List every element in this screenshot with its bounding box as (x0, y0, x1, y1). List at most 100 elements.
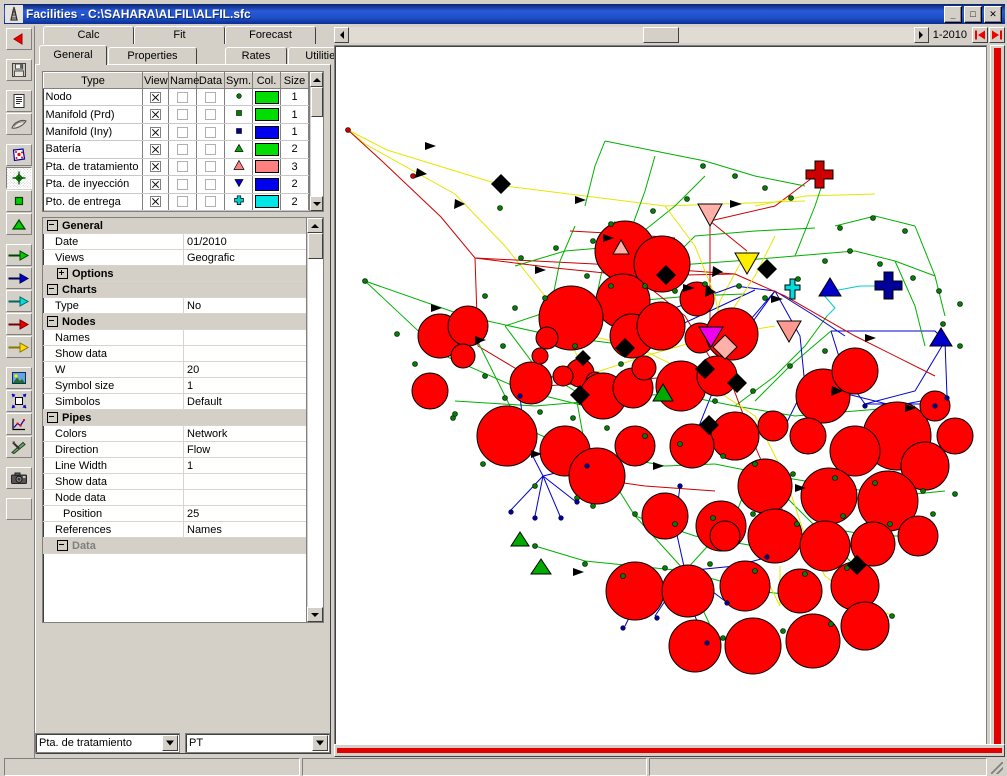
cell-name[interactable] (168, 140, 197, 159)
views-value[interactable]: Geografic (183, 249, 306, 266)
color-swatch[interactable] (255, 195, 279, 209)
cell-name[interactable] (168, 123, 197, 142)
cell-view[interactable] (142, 123, 169, 142)
collapse-icon[interactable] (57, 540, 68, 551)
color-swatch[interactable] (255, 142, 279, 156)
scroll-left-button[interactable] (334, 27, 349, 43)
cell-type[interactable]: Manifold (Prd) (43, 105, 143, 124)
cell-type[interactable]: Pto. de entrega (43, 193, 143, 212)
name-checkbox[interactable] (177, 178, 188, 190)
cell-symbol[interactable] (224, 140, 253, 159)
column-header-view[interactable]: View (142, 72, 169, 89)
flow-cyan-button[interactable] (6, 290, 32, 312)
column-header-data[interactable]: Data (196, 72, 225, 89)
name-checkbox[interactable] (177, 144, 188, 156)
flow-red-button[interactable] (6, 313, 32, 335)
close-button[interactable]: ✕ (984, 5, 1002, 23)
cell-color[interactable] (252, 123, 281, 142)
property-row-node-names[interactable]: Names (43, 329, 307, 346)
name-checkbox[interactable] (177, 126, 188, 138)
references-value[interactable]: Names (183, 521, 306, 538)
cell-color[interactable] (252, 158, 281, 177)
cell-symbol[interactable] (224, 193, 253, 212)
property-category-data[interactable]: Data (43, 538, 307, 554)
battery-button[interactable] (6, 213, 32, 235)
scroll-up-button[interactable] (307, 218, 323, 233)
view-checkbox[interactable] (150, 91, 161, 103)
tab-properties[interactable]: Properties (108, 47, 197, 65)
cell-view[interactable] (142, 88, 169, 107)
property-row-simbolos[interactable]: Simbolos Default (43, 393, 307, 410)
name-checkbox[interactable] (177, 109, 188, 121)
data-checkbox[interactable] (205, 144, 216, 156)
first-record-button[interactable] (972, 27, 988, 43)
collapse-icon[interactable] (47, 284, 58, 295)
name-checkbox[interactable] (177, 196, 188, 208)
view-checkbox[interactable] (150, 178, 161, 190)
cell-size[interactable]: 3 (280, 158, 309, 177)
column-header-col[interactable]: Col. (252, 72, 281, 89)
property-row-w[interactable]: W 20 (43, 361, 307, 378)
cell-data[interactable] (196, 105, 225, 124)
scroll-track[interactable] (310, 87, 323, 196)
column-header-size[interactable]: Size (280, 72, 309, 89)
direction-value[interactable]: Flow (183, 441, 306, 458)
cell-view[interactable] (142, 193, 169, 212)
cell-type[interactable]: Pta. de inyección (43, 175, 143, 194)
property-row-node-showdata[interactable]: Show data (43, 345, 307, 362)
node-data-value[interactable] (183, 489, 306, 506)
horizontal-progress-bar[interactable] (334, 744, 1005, 757)
flow-yellow-button[interactable] (6, 336, 32, 358)
view-checkbox[interactable] (150, 161, 161, 173)
image-button[interactable] (6, 367, 32, 389)
property-category-pipes[interactable]: Pipes (43, 410, 307, 426)
property-row-symbol-size[interactable]: Symbol size 1 (43, 377, 307, 394)
scroll-thumb[interactable] (308, 233, 323, 259)
node-names-value[interactable] (183, 329, 306, 346)
simbolos-value[interactable]: Default (183, 393, 306, 410)
minimize-button[interactable]: _ (944, 5, 962, 23)
cell-type[interactable]: Pta. de tratamiento (43, 158, 143, 177)
spare-button[interactable] (6, 498, 32, 520)
color-swatch[interactable] (255, 90, 279, 104)
type-selector-dropdown-button[interactable] (162, 735, 178, 751)
scroll-track[interactable] (349, 27, 914, 43)
data-checkbox[interactable] (205, 161, 216, 173)
scroll-thumb[interactable] (311, 87, 323, 117)
cell-symbol[interactable] (224, 175, 253, 194)
type-table-scrollbar[interactable] (309, 72, 323, 211)
date-value[interactable]: 01/2010 (183, 233, 306, 250)
cell-data[interactable] (196, 175, 225, 194)
tab-fit[interactable]: Fit (134, 26, 225, 44)
chart-button[interactable] (6, 413, 32, 435)
cell-size[interactable]: 2 (280, 193, 309, 212)
zoom-extents-button[interactable] (6, 390, 32, 412)
cell-type[interactable]: Nodo (43, 88, 143, 107)
column-header-type[interactable]: Type (43, 72, 143, 89)
property-row-references[interactable]: References Names (43, 521, 307, 538)
network-map-canvas[interactable] (334, 45, 987, 748)
property-row-position[interactable]: Position 25 (43, 505, 307, 522)
date-scrollbar[interactable] (334, 27, 929, 43)
cell-size[interactable]: 1 (280, 123, 309, 142)
flow-green-button[interactable] (6, 244, 32, 266)
column-header-name[interactable]: Name (168, 72, 199, 89)
column-header-sym[interactable]: Sym. (224, 72, 253, 89)
line-width-value[interactable]: 1 (183, 457, 306, 474)
scroll-track[interactable] (307, 233, 323, 607)
color-swatch[interactable] (255, 160, 279, 174)
code-selector-combo[interactable]: PT (185, 733, 330, 753)
save-button[interactable] (6, 59, 32, 81)
report-button[interactable] (6, 90, 32, 112)
cell-symbol[interactable] (224, 88, 253, 107)
property-grid-scrollbar[interactable] (306, 218, 323, 622)
maximize-button[interactable]: □ (964, 5, 982, 23)
cell-symbol[interactable] (224, 105, 253, 124)
property-row-charts-type[interactable]: Type No (43, 297, 307, 314)
cell-data[interactable] (196, 140, 225, 159)
property-row-direction[interactable]: Direction Flow (43, 441, 307, 458)
pipe-colors-value[interactable]: Network (183, 425, 306, 442)
node-showdata-value[interactable] (183, 345, 306, 362)
cell-data[interactable] (196, 88, 225, 107)
data-checkbox[interactable] (205, 126, 216, 138)
